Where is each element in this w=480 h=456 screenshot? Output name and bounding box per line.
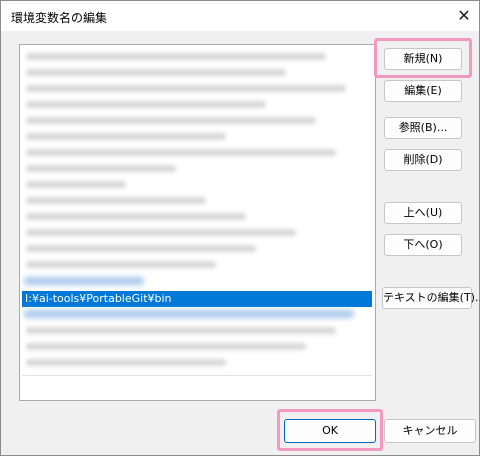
list-item[interactable] (26, 327, 336, 334)
selected-list-item[interactable]: I:¥ai-tools¥PortableGit¥bin (22, 291, 372, 307)
close-icon[interactable]: ✕ (453, 5, 475, 27)
ok-button-highlight (277, 409, 383, 451)
list-item[interactable] (26, 149, 336, 156)
list-divider (22, 375, 372, 376)
browse-button[interactable]: 参照(B)... (384, 117, 462, 139)
list-item[interactable] (26, 359, 226, 366)
title-bar: 環境変数名の編集 ✕ (1, 1, 479, 31)
list-item[interactable] (26, 117, 316, 124)
list-item[interactable] (26, 69, 286, 76)
list-item[interactable] (26, 343, 306, 350)
cancel-button[interactable]: キャンセル (384, 419, 476, 443)
edit-text-button[interactable]: テキストの編集(T)... (382, 287, 480, 309)
edit-environment-variable-dialog: 環境変数名の編集 ✕ I:¥ai-tools¥PortableGit¥bin 新… (0, 0, 480, 456)
list-item[interactable] (26, 101, 266, 108)
list-item[interactable] (26, 165, 176, 172)
edit-button[interactable]: 編集(E) (384, 80, 462, 102)
list-item[interactable] (24, 277, 144, 285)
path-list[interactable]: I:¥ai-tools¥PortableGit¥bin (19, 44, 376, 401)
list-item[interactable] (24, 310, 354, 318)
delete-button[interactable]: 削除(D) (384, 149, 462, 171)
list-item[interactable] (26, 213, 246, 220)
new-button-highlight (374, 38, 472, 78)
list-item[interactable] (26, 133, 226, 140)
list-item[interactable] (26, 245, 256, 252)
list-item[interactable] (26, 197, 206, 204)
list-item[interactable] (26, 181, 126, 188)
dialog-title: 環境変数名の編集 (11, 11, 108, 25)
move-down-button[interactable]: 下へ(O) (384, 234, 462, 256)
list-item[interactable] (26, 261, 216, 268)
move-up-button[interactable]: 上へ(U) (384, 202, 462, 224)
list-item[interactable] (26, 229, 296, 236)
list-item[interactable] (26, 53, 326, 60)
list-item[interactable] (26, 85, 346, 92)
